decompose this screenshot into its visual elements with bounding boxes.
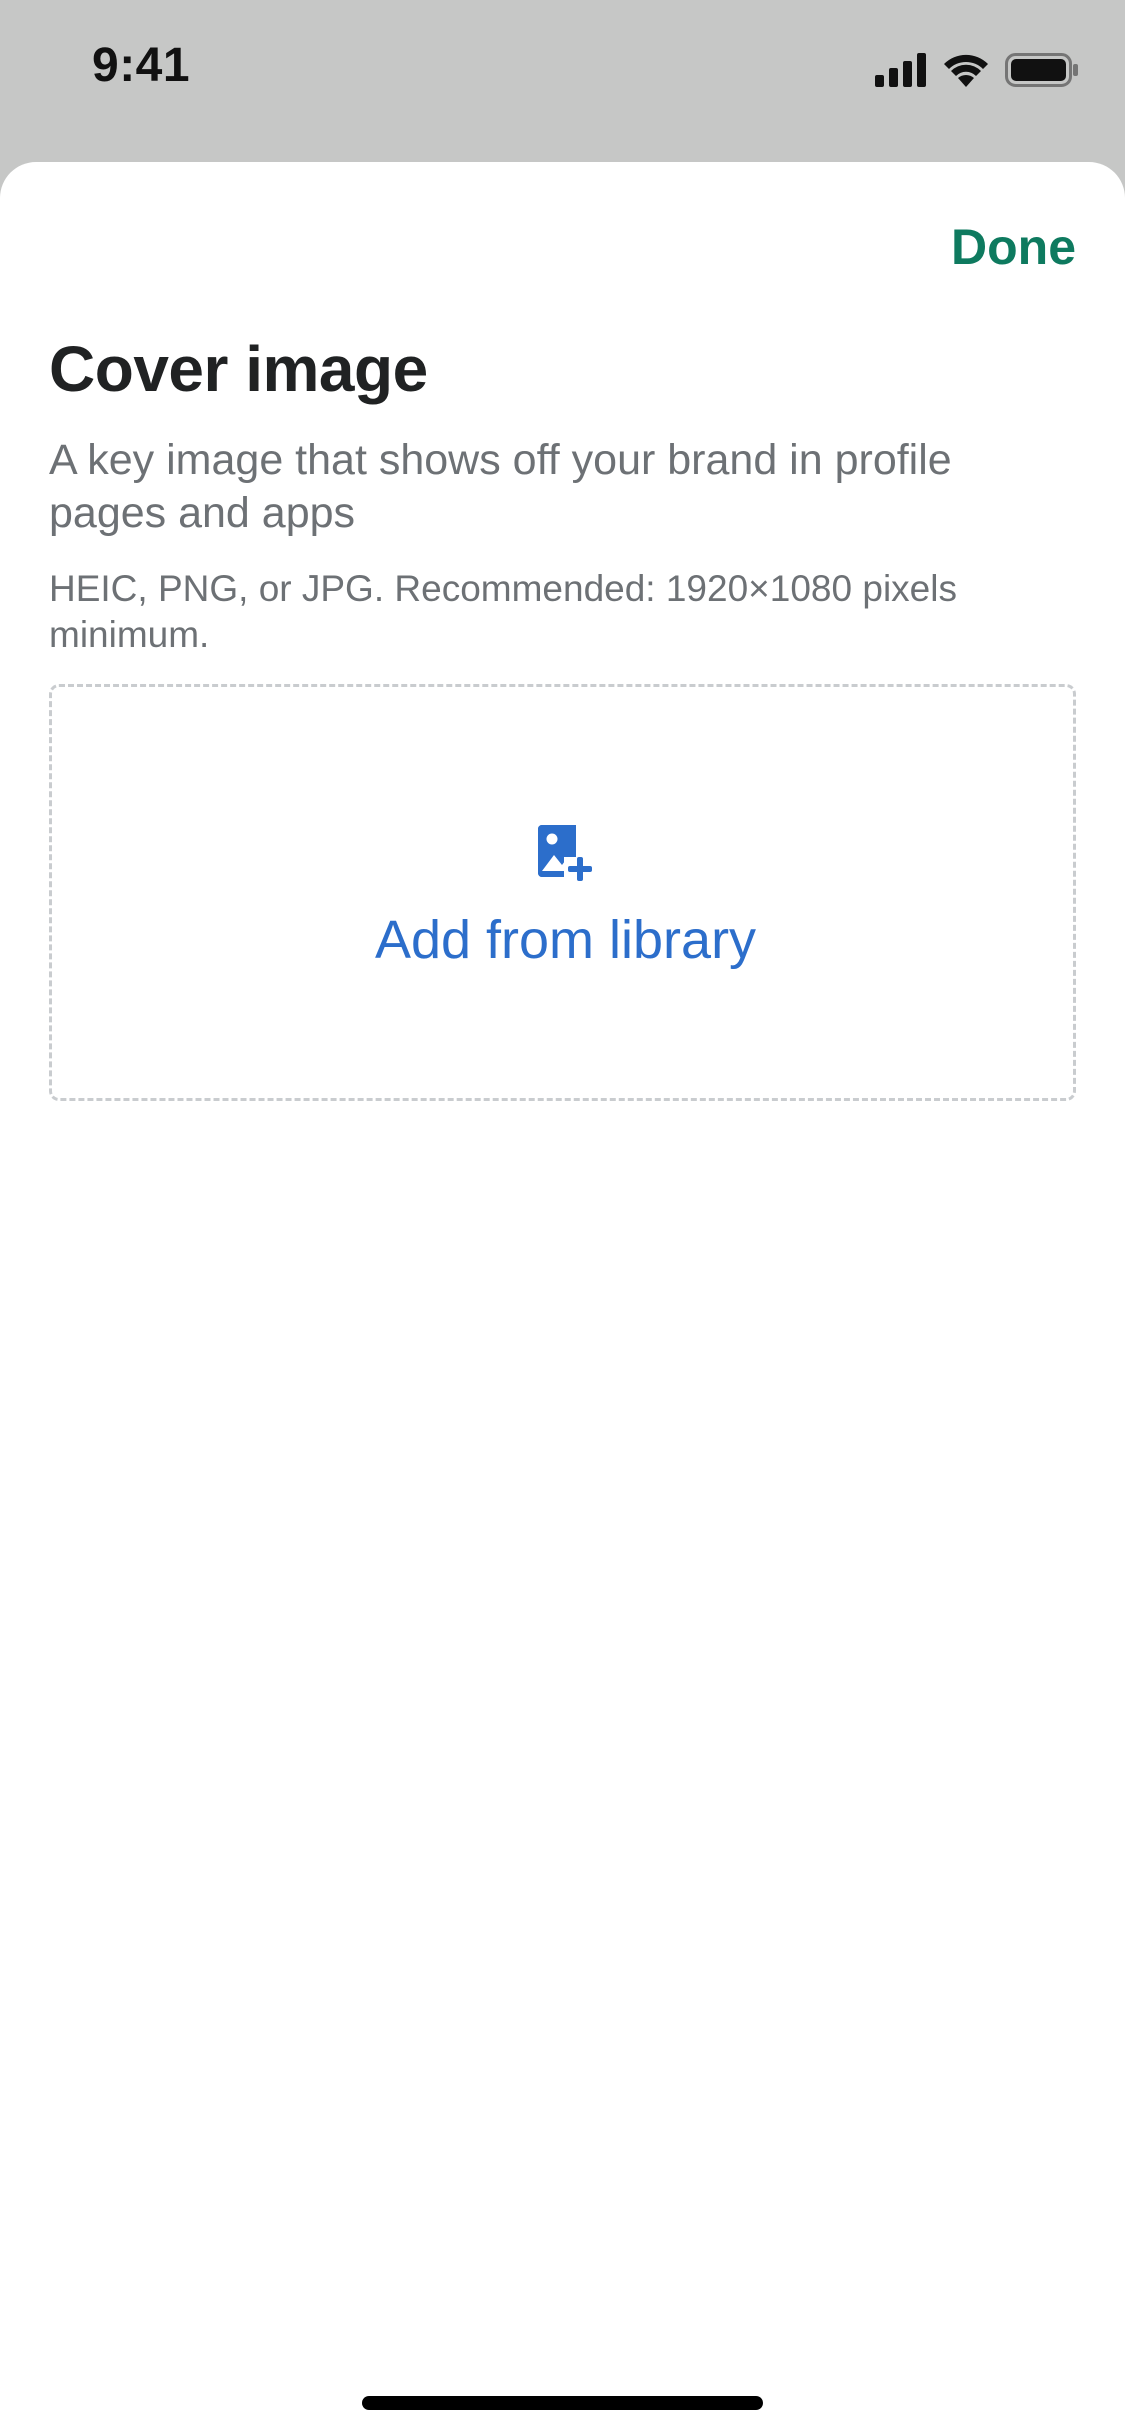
add-from-library-dropzone[interactable]: Add from library <box>49 684 1076 1101</box>
file-format-hint: HEIC, PNG, or JPG. Recommended: 1920×108… <box>49 568 957 655</box>
page-title: Cover image <box>49 333 428 405</box>
done-button[interactable]: Done <box>951 218 1076 276</box>
home-indicator <box>362 2396 763 2410</box>
battery-icon <box>1005 53 1079 87</box>
status-bar: 9:41 <box>0 0 1125 140</box>
status-time: 9:41 <box>92 39 191 92</box>
status-icons <box>875 48 1079 92</box>
description-text: A key image that shows off your brand in… <box>49 436 952 537</box>
cellular-signal-icon <box>875 53 927 87</box>
add-from-library-label: Add from library <box>374 910 757 970</box>
bottom-sheet: Done Cover image A key image that shows … <box>0 162 1125 2436</box>
wifi-icon <box>943 53 989 87</box>
screen: 9:41 Done Cover image A key image that s… <box>0 0 1125 2436</box>
